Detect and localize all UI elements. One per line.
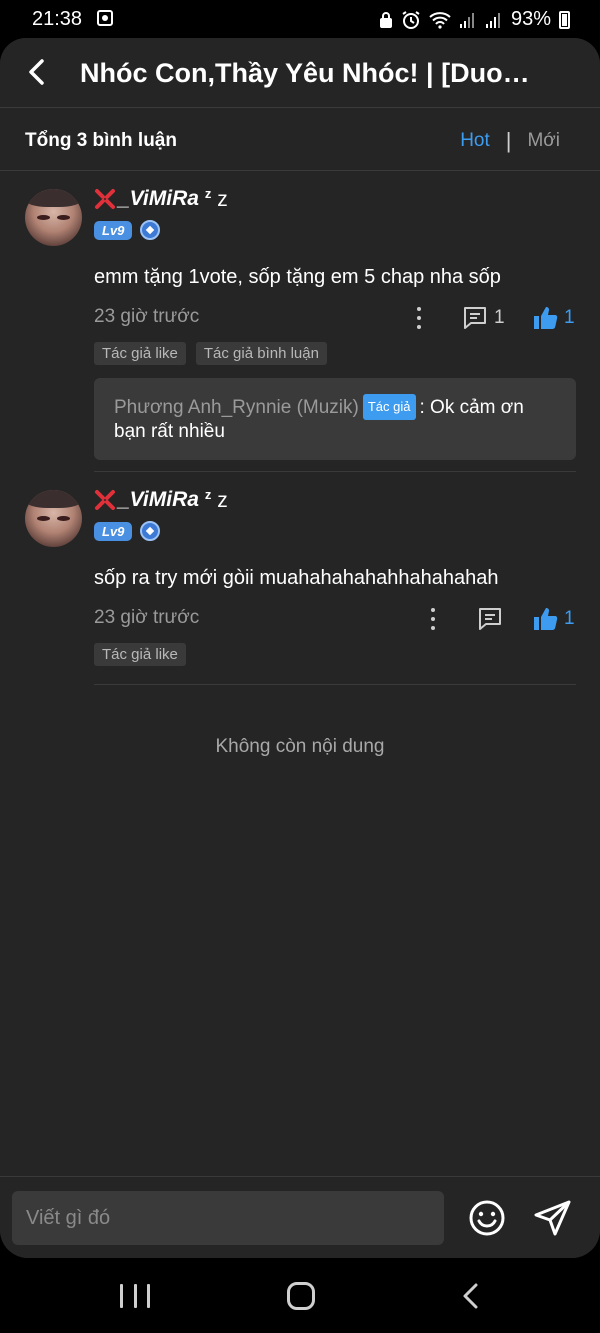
comment-text: sốp ra try mới gòii muahahahahahhahahaha… — [94, 567, 499, 589]
user-row: _ViMiRa z z — [94, 487, 228, 513]
vip-badge-icon — [140, 521, 161, 541]
username[interactable]: _ViMiRa — [118, 488, 199, 512]
alarm-icon — [402, 10, 420, 29]
level-badge: Lv9 — [94, 220, 133, 240]
status-icons: 93% — [379, 8, 570, 31]
system-nav-bar — [0, 1258, 600, 1333]
author-tags: Tác giả like Tác giả bình luận — [94, 342, 327, 365]
comments-subheader: Tổng 3 bình luận Hot | Mới — [0, 108, 600, 170]
author-reply[interactable]: Phương Anh_Rynnie (Muzik) Tác giả: Ok cảm… — [94, 378, 576, 460]
comment-icon — [464, 307, 486, 329]
subheader-divider — [0, 170, 600, 171]
username-suffix: z z — [204, 186, 228, 211]
author-tags: Tác giả like — [94, 643, 186, 666]
username[interactable]: _ViMiRa — [118, 187, 199, 211]
comment-composer — [0, 1176, 600, 1258]
emoji-button[interactable] — [466, 1197, 508, 1239]
more-options-button[interactable] — [413, 305, 425, 331]
wifi-icon — [429, 11, 451, 29]
avatar[interactable] — [25, 189, 82, 246]
comments-screen: Nhóc Con,Thầy Yêu Nhóc! | [Duong... Tổng… — [0, 38, 600, 1258]
signal-icon — [459, 12, 474, 28]
comment-icon — [479, 608, 501, 630]
author-like-tag: Tác giả like — [94, 643, 186, 666]
comment-time: 23 giờ trước — [94, 306, 200, 327]
author-comment-tag: Tác giả bình luận — [195, 342, 327, 365]
end-of-list-message: Không còn nội dung — [215, 736, 385, 757]
anger-emoji-icon — [95, 189, 115, 209]
app-header: Nhóc Con,Thầy Yêu Nhóc! | [Duong... — [0, 38, 600, 108]
nav-back-button[interactable] — [458, 1282, 484, 1310]
like-button[interactable]: 1 — [532, 305, 575, 331]
tab-separator: | — [505, 128, 512, 153]
status-bar: 21:38 93% — [0, 0, 600, 38]
reply-button[interactable]: 1 — [462, 305, 505, 331]
lock-icon — [379, 11, 392, 28]
reply-button[interactable] — [477, 606, 503, 632]
reply-count: 1 — [494, 307, 505, 328]
comment-time: 23 giờ trước — [94, 607, 200, 628]
battery-percent: 93% — [510, 8, 551, 30]
status-time: 21:38 — [32, 8, 83, 30]
thumbs-up-icon — [534, 307, 558, 329]
like-button[interactable]: 1 — [532, 606, 575, 632]
battery-icon — [559, 10, 570, 29]
level-badge: Lv9 — [94, 521, 133, 541]
user-row: _ViMiRa z z — [94, 186, 228, 212]
comment-text: emm tặng 1vote, sốp tặng em 5 chap nha s… — [94, 266, 501, 288]
recent-apps-button[interactable] — [120, 1284, 150, 1308]
user-badges: Lv9 — [94, 521, 161, 541]
anger-emoji-icon — [95, 490, 115, 510]
comment-input[interactable] — [12, 1191, 444, 1245]
back-button[interactable] — [18, 54, 54, 90]
username-suffix: z z — [204, 487, 228, 512]
like-count: 1 — [564, 307, 575, 328]
author-label: Tác giả — [362, 394, 416, 420]
vip-badge-icon — [140, 220, 161, 240]
chevron-left-icon — [29, 59, 44, 85]
like-count: 1 — [564, 608, 575, 629]
tab-new[interactable]: Mới — [527, 130, 560, 152]
page-title: Nhóc Con,Thầy Yêu Nhóc! | [Duong... — [80, 58, 540, 88]
comment-meta: 23 giờ trước 1 — [94, 604, 576, 634]
author-like-tag: Tác giả like — [94, 342, 186, 365]
tab-hot[interactable]: Hot — [460, 130, 490, 152]
home-button[interactable] — [287, 1282, 315, 1310]
comment-meta: 23 giờ trước 1 1 — [94, 303, 576, 333]
thumbs-up-icon — [534, 608, 558, 630]
avatar[interactable] — [25, 490, 82, 547]
reply-author[interactable]: Phương Anh_Rynnie (Muzik) — [114, 397, 359, 418]
signal-icon-2 — [485, 12, 500, 28]
more-options-button[interactable] — [427, 606, 439, 632]
app-notification-icon — [97, 10, 113, 26]
user-badges: Lv9 — [94, 220, 161, 240]
send-button[interactable] — [532, 1197, 574, 1239]
comment-divider — [94, 471, 576, 472]
sort-tabs: Hot | Mới — [460, 128, 560, 154]
comment-count: Tổng 3 bình luận — [25, 130, 177, 151]
comment-divider — [94, 684, 576, 685]
